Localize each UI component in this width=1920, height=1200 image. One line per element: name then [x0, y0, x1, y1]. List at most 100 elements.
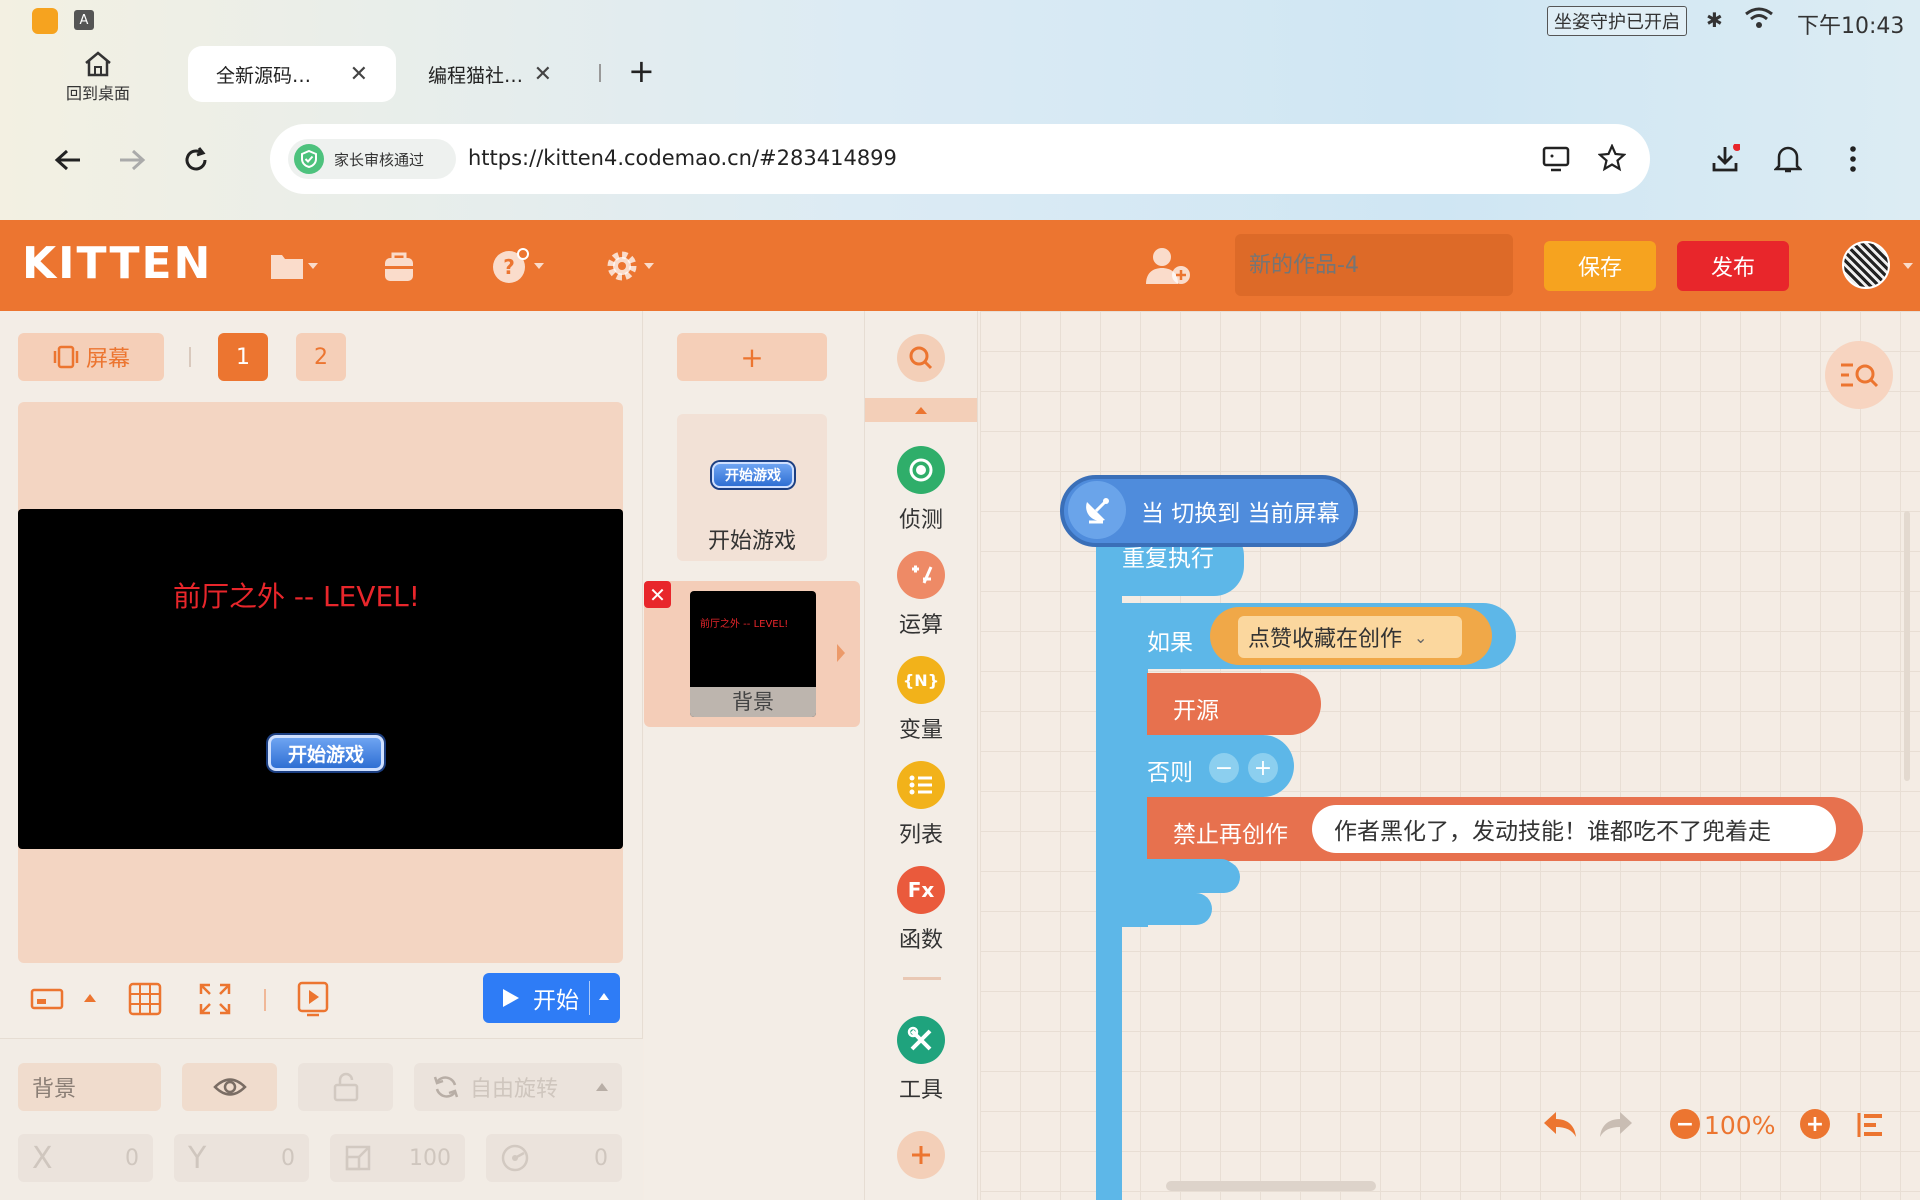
stage-panel: 屏幕 1 2 前厅之外 -- LEVEL! 开始游戏 开始 背景 自由旋转 X … [0, 311, 643, 1200]
delete-sprite-icon[interactable]: ✕ [644, 581, 671, 608]
size-field[interactable]: 100 [330, 1134, 465, 1182]
svg-text:?: ? [503, 255, 515, 279]
else-add-button[interactable]: + [1248, 753, 1278, 783]
home-label: 回到桌面 [65, 84, 130, 103]
y-position-field[interactable]: Y 0 [174, 1134, 309, 1182]
condition-value: 点赞收藏在创作 [1248, 627, 1403, 652]
add-sprite-button[interactable]: + [677, 333, 827, 381]
forward-arrow-icon [120, 149, 146, 171]
add-collaborator-icon[interactable] [1145, 246, 1191, 290]
address-bar[interactable]: 家长审核通过 https://kitten4.codemao.cn/#28341… [270, 124, 1650, 194]
settings-menu-button[interactable] [604, 246, 654, 286]
category-label: 运算 [898, 613, 943, 638]
stage-canvas[interactable]: 前厅之外 -- LEVEL! 开始游戏 [18, 509, 623, 849]
align-blocks-icon [1857, 1113, 1882, 1137]
add-extension-button[interactable] [897, 1131, 945, 1179]
category-tools[interactable]: 工具 [865, 1016, 977, 1104]
block-categories: 侦测 运算 {N} 变量 列表 Fx 函数 工具 [864, 311, 978, 1200]
new-tab-button[interactable]: + [628, 52, 655, 90]
app-icon-kitten [32, 8, 58, 34]
zoom-in-button[interactable]: + [1800, 1109, 1830, 1139]
bookmark-star-icon[interactable] [1597, 143, 1627, 176]
category-detect[interactable]: 侦测 [865, 446, 977, 534]
save-button[interactable]: 保存 [1544, 241, 1656, 291]
sprite-properties: 背景 自由旋转 X 0 Y 0 100 0 [0, 1038, 643, 1200]
x-position-field[interactable]: X 0 [18, 1134, 153, 1182]
rotation-value: 0 [594, 1145, 608, 1171]
divider [589, 981, 590, 1015]
lock-toggle[interactable] [298, 1063, 393, 1111]
else-remove-button[interactable]: − [1209, 753, 1239, 783]
publish-button[interactable]: 发布 [1677, 241, 1789, 291]
stage-start-game-sprite[interactable]: 开始游戏 [268, 735, 384, 771]
reload-icon [185, 147, 207, 171]
else-label: 否则 [1147, 760, 1193, 786]
tidy-blocks-button[interactable] [1856, 1111, 1886, 1143]
forward-button[interactable] [110, 138, 154, 182]
list-search-icon [1841, 363, 1879, 388]
run-button[interactable]: 开始 [483, 973, 620, 1023]
notification-bell-icon[interactable] [1772, 144, 1804, 178]
vertical-scrollbar[interactable] [1904, 511, 1910, 781]
backpack-button[interactable] [382, 246, 416, 286]
sprite-thumbnail: 开始游戏 [712, 462, 794, 488]
sprite-card-start-game[interactable]: 开始游戏 开始游戏 [677, 414, 827, 561]
chevron-right-icon[interactable] [837, 644, 845, 662]
screen-page-2[interactable]: 2 [296, 333, 346, 381]
tab-source[interactable]: 全新源码… ✕ [188, 46, 396, 102]
help-icon: ? [493, 248, 529, 283]
parental-approved-text: 家长审核通过 [334, 150, 425, 169]
chevron-down-icon[interactable] [1903, 263, 1913, 269]
condition-dropdown[interactable]: 点赞收藏在创作 ⌄ [1238, 616, 1462, 658]
category-lists[interactable]: 列表 [865, 761, 977, 849]
project-title-input[interactable] [1235, 234, 1513, 296]
user-avatar[interactable] [1842, 241, 1890, 289]
kitten-logo[interactable]: KITTEN [22, 238, 212, 289]
download-icon[interactable] [1710, 143, 1741, 178]
file-menu-button[interactable] [270, 246, 318, 286]
zoom-out-button[interactable]: − [1670, 1109, 1700, 1139]
grid-toggle-button[interactable] [124, 978, 166, 1020]
operators-icon [897, 551, 945, 599]
ban-remix-argument[interactable]: 作者黑化了，发动技能！谁都吃不了兜着走 [1312, 805, 1836, 853]
run-options-caret-icon[interactable] [599, 993, 609, 1000]
undo-button[interactable] [1542, 1109, 1578, 1143]
horizontal-scrollbar[interactable] [1166, 1181, 1376, 1191]
code-workspace[interactable]: 重复执行 如果 否则 − + 点赞收藏在创作 ⌄ 开源 禁止再创作 作者黑化了，… [980, 311, 1920, 1200]
screen-button[interactable]: 屏幕 [18, 333, 164, 381]
category-operators[interactable]: 运算 [865, 551, 977, 639]
scroll-up-button[interactable] [865, 398, 977, 422]
redo-button[interactable] [1598, 1109, 1634, 1143]
category-label: 函数 [898, 928, 943, 953]
visibility-toggle[interactable] [182, 1063, 277, 1111]
sprite-name-field[interactable]: 背景 [18, 1063, 161, 1111]
redo-icon [1600, 1112, 1632, 1137]
category-variables[interactable]: {N} 变量 [865, 656, 977, 744]
rotation-dial-icon [501, 1144, 529, 1172]
desktop-mode-icon[interactable] [1542, 146, 1570, 176]
sprite-name: 开始游戏 [707, 529, 796, 554]
back-button[interactable] [46, 138, 90, 182]
help-menu-button[interactable]: ? [492, 246, 544, 286]
category-functions[interactable]: Fx 函数 [865, 866, 977, 954]
rotation-mode-select[interactable]: 自由旋转 [414, 1063, 622, 1111]
screen-page-1[interactable]: 1 [218, 333, 268, 381]
replay-button[interactable] [292, 978, 334, 1020]
workspace-search-button[interactable] [1825, 341, 1893, 409]
tab-community[interactable]: 编程猫社… ✕ [400, 46, 580, 102]
block-search-button[interactable] [897, 334, 945, 382]
reload-button[interactable] [174, 138, 218, 182]
close-tab-icon[interactable]: ✕ [534, 62, 552, 87]
ban-remix-label: 禁止再创作 [1173, 822, 1288, 848]
url-text[interactable]: https://kitten4.codemao.cn/#283414899 [468, 146, 897, 170]
home-button[interactable]: 回到桌面 [60, 50, 136, 104]
rotation-field[interactable]: 0 [486, 1134, 622, 1182]
more-menu-icon[interactable] [1848, 144, 1858, 178]
detect-icon [897, 446, 945, 494]
fullscreen-button[interactable] [194, 978, 236, 1020]
stage-size-caret-icon[interactable] [84, 994, 96, 1002]
sprite-card-background[interactable]: ✕ 前厅之外 -- LEVEL! 背景 [644, 581, 860, 727]
stage-frame: 前厅之外 -- LEVEL! 开始游戏 [18, 402, 623, 963]
close-tab-icon[interactable]: ✕ [350, 62, 368, 87]
stage-size-button[interactable] [26, 978, 68, 1020]
